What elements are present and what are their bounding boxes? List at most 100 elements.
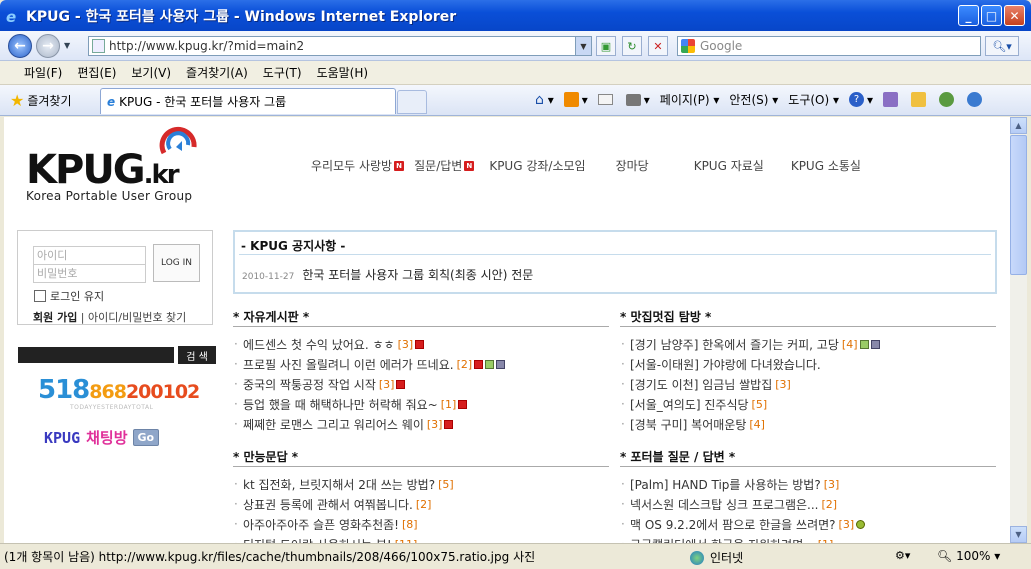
tab-kpug[interactable]: e KPUG - 한국 포터블 사용자 그룹 xyxy=(100,88,396,114)
list-item[interactable]: 중국의 짝퉁공정 작업 시작[3] xyxy=(233,374,609,394)
chat-go-button[interactable]: Go xyxy=(132,429,160,446)
list-item[interactable]: [서울-이태원] 가야랑에 다녀왔습니다. xyxy=(620,354,996,374)
history-dropdown-icon[interactable]: ▼ xyxy=(64,41,70,50)
list-item[interactable]: 맥 OS 9.2.2에서 팜으로 한글을 쓰려면?[3] xyxy=(620,514,996,534)
zoom-control[interactable]: 🔍︎ 100% ▾ xyxy=(937,549,1000,563)
forward-button[interactable]: → xyxy=(36,34,60,58)
post-title[interactable]: 상표권 등록에 관해서 여쭤봅니다. xyxy=(243,496,413,513)
list-item[interactable]: 프로필 사진 올릴려니 이런 에러가 뜨네요.[2] xyxy=(233,354,609,374)
help-button[interactable]: ? ▾ xyxy=(849,92,873,107)
tools-menu[interactable]: 도구(O) ▾ xyxy=(788,91,839,108)
list-item[interactable]: 에드센스 첫 수익 났어요. ㅎㅎ[3] xyxy=(233,334,609,354)
nav-archive[interactable]: KPUG 자료실 xyxy=(694,157,764,174)
list-item[interactable]: [경기도 이천] 임금님 쌀밥집[3] xyxy=(620,374,996,394)
id-input[interactable]: 아이디 xyxy=(33,246,146,265)
refresh-button[interactable]: ↻ xyxy=(622,36,642,56)
new-tab-button[interactable] xyxy=(397,90,427,114)
address-dropdown-icon[interactable]: ▼ xyxy=(575,37,591,55)
chat-room-banner[interactable]: KPUG 채팅방 Go xyxy=(44,427,160,448)
login-button[interactable]: LOG IN xyxy=(153,244,200,282)
page-menu[interactable]: 페이지(P) ▾ xyxy=(660,91,720,108)
post-title[interactable]: 디지털 도어락 사용하시는 분! xyxy=(243,536,392,544)
nav-lounge[interactable]: 우리모두 사랑방 N xyxy=(311,157,405,174)
messenger-button[interactable] xyxy=(939,92,957,107)
menu-edit[interactable]: 편집(E) xyxy=(77,64,116,81)
board-title[interactable]: * 자유게시판 * xyxy=(233,308,609,327)
post-title[interactable]: [서울_여의도] 진주식당 xyxy=(630,396,749,413)
search-input[interactable]: Google xyxy=(677,36,981,56)
address-field[interactable]: http://www.kpug.kr/?mid=main2 ▼ xyxy=(88,36,592,56)
menu-favorites[interactable]: 즐겨찾기(A) xyxy=(186,64,248,81)
compatibility-view-button[interactable]: ▣ xyxy=(596,36,616,56)
post-title[interactable]: 프로필 사진 올릴려니 이런 에러가 뜨네요. xyxy=(243,356,454,373)
research-button[interactable] xyxy=(883,92,901,107)
list-item[interactable]: [경북 구미] 복어매운탕[4] xyxy=(620,414,996,434)
post-title[interactable]: [경기도 이천] 임금님 쌀밥집 xyxy=(630,376,772,393)
menu-help[interactable]: 도움말(H) xyxy=(317,64,369,81)
password-input[interactable]: 비밀번호 xyxy=(33,264,146,283)
post-title[interactable]: 아주아주아주 슬픈 영화추천좀! xyxy=(243,516,399,533)
list-item[interactable]: 디지털 도어락 사용하시는 분![11] xyxy=(233,534,609,543)
post-title[interactable]: [경북 구미] 복어매운탕 xyxy=(630,416,746,433)
scroll-up-button[interactable]: ▲ xyxy=(1010,117,1027,134)
post-title[interactable]: 등업 했을 때 해택하나만 허락해 줘요~ xyxy=(243,396,438,413)
signup-link[interactable]: 회원 가입 xyxy=(33,311,77,324)
list-item[interactable]: [경기 남양주] 한옥에서 즐기는 커피, 고당[4] xyxy=(620,334,996,354)
notice-item[interactable]: 2010-11-27 한국 포터블 사용자 그룹 회칙(최종 시안) 전문 xyxy=(242,266,533,283)
board-title[interactable]: * 맛집멋집 탐방 * xyxy=(620,308,996,327)
list-item[interactable]: 넥서스원 데스크탑 싱크 프로그램은...[2] xyxy=(620,494,996,514)
nav-lectures[interactable]: KPUG 강좌/소모임 xyxy=(489,157,585,174)
list-item[interactable]: 상표권 등록에 관해서 여쭤봅니다.[2] xyxy=(233,494,609,514)
menu-tools[interactable]: 도구(T) xyxy=(263,64,302,81)
scroll-down-button[interactable]: ▼ xyxy=(1010,526,1027,543)
post-title[interactable]: 넥서스원 데스크탑 싱크 프로그램은... xyxy=(630,496,819,513)
minimize-button[interactable]: _ xyxy=(958,5,979,26)
menu-view[interactable]: 보기(V) xyxy=(131,64,171,81)
post-title[interactable]: 에드센스 첫 수익 났어요. ㅎㅎ xyxy=(243,336,395,353)
post-title[interactable]: 중국의 짝퉁공정 작업 시작 xyxy=(243,376,376,393)
vertical-scrollbar[interactable]: ▲ ▼ xyxy=(1010,117,1027,543)
menu-file[interactable]: 파일(F) xyxy=(24,64,62,81)
list-item[interactable]: 등업 했을 때 해택하나만 허락해 줘요~[1] xyxy=(233,394,609,414)
nav-market[interactable]: 장마당 xyxy=(616,157,649,174)
list-item[interactable]: 구글캘린더에서 한글을 지원하려면...[1] xyxy=(620,534,996,543)
print-button[interactable]: ▾ xyxy=(625,93,650,107)
post-title[interactable]: [경기 남양주] 한옥에서 즐기는 커피, 고당 xyxy=(630,336,839,353)
post-title[interactable]: [Palm] HAND Tip를 사용하는 방법? xyxy=(630,476,821,493)
protected-mode-icon[interactable]: ⚙▾ xyxy=(895,549,910,562)
post-title[interactable]: kt 집전화, 브릿지해서 2대 쓰는 방법? xyxy=(243,476,435,493)
list-item[interactable]: 아주아주아주 슬픈 영화추천좀![8] xyxy=(233,514,609,534)
feeds-button[interactable]: ▾ xyxy=(563,92,588,107)
blog-button[interactable] xyxy=(911,92,929,107)
back-button[interactable]: ← xyxy=(8,34,32,58)
list-item[interactable]: [Palm] HAND Tip를 사용하는 방법?[3] xyxy=(620,474,996,494)
post-title[interactable]: 구글캘린더에서 한글을 지원하려면... xyxy=(630,536,815,544)
addon-button[interactable] xyxy=(967,92,985,107)
keep-login-checkbox[interactable] xyxy=(34,290,46,302)
notice-text[interactable]: 한국 포터블 사용자 그룹 회칙(최종 시안) 전문 xyxy=(302,266,533,283)
list-item[interactable]: 쩨쩨한 로맨스 그리고 워리어스 웨이[3] xyxy=(233,414,609,434)
list-item[interactable]: kt 집전화, 브릿지해서 2대 쓰는 방법?[5] xyxy=(233,474,609,494)
mail-button[interactable] xyxy=(597,94,616,105)
security-zone[interactable]: 인터넷 xyxy=(690,549,743,566)
safety-menu[interactable]: 안전(S) ▾ xyxy=(729,91,778,108)
scroll-thumb[interactable] xyxy=(1010,135,1027,275)
board-title[interactable]: * 포터블 질문 / 답변 * xyxy=(620,448,996,467)
maximize-button[interactable]: □ xyxy=(981,5,1002,26)
post-title[interactable]: 쩨쩨한 로맨스 그리고 워리어스 웨이 xyxy=(243,416,424,433)
post-title[interactable]: [서울-이태원] 가야랑에 다녀왔습니다. xyxy=(630,356,821,373)
stop-button[interactable]: ✕ xyxy=(648,36,668,56)
site-logo[interactable]: KPUG.kr Korea Portable User Group xyxy=(26,126,197,203)
close-button[interactable]: ✕ xyxy=(1004,5,1025,26)
keep-login[interactable]: 로그인 유지 xyxy=(34,288,104,304)
favorites-button[interactable]: ★ 즐겨찾기 xyxy=(10,91,72,110)
board-title[interactable]: * 만능문답 * xyxy=(233,448,609,467)
home-button[interactable]: ⌂ ▾ xyxy=(535,92,554,108)
site-search-button[interactable]: 검 색 xyxy=(178,346,216,364)
nav-qna[interactable]: 질문/답변 N xyxy=(414,157,475,174)
find-account-link[interactable]: 아이디/비밀번호 찾기 xyxy=(88,311,186,324)
list-item[interactable]: [서울_여의도] 진주식당[5] xyxy=(620,394,996,414)
site-search-input[interactable] xyxy=(18,347,174,363)
nav-community[interactable]: KPUG 소통실 xyxy=(791,157,861,174)
post-title[interactable]: 맥 OS 9.2.2에서 팜으로 한글을 쓰려면? xyxy=(630,516,836,533)
